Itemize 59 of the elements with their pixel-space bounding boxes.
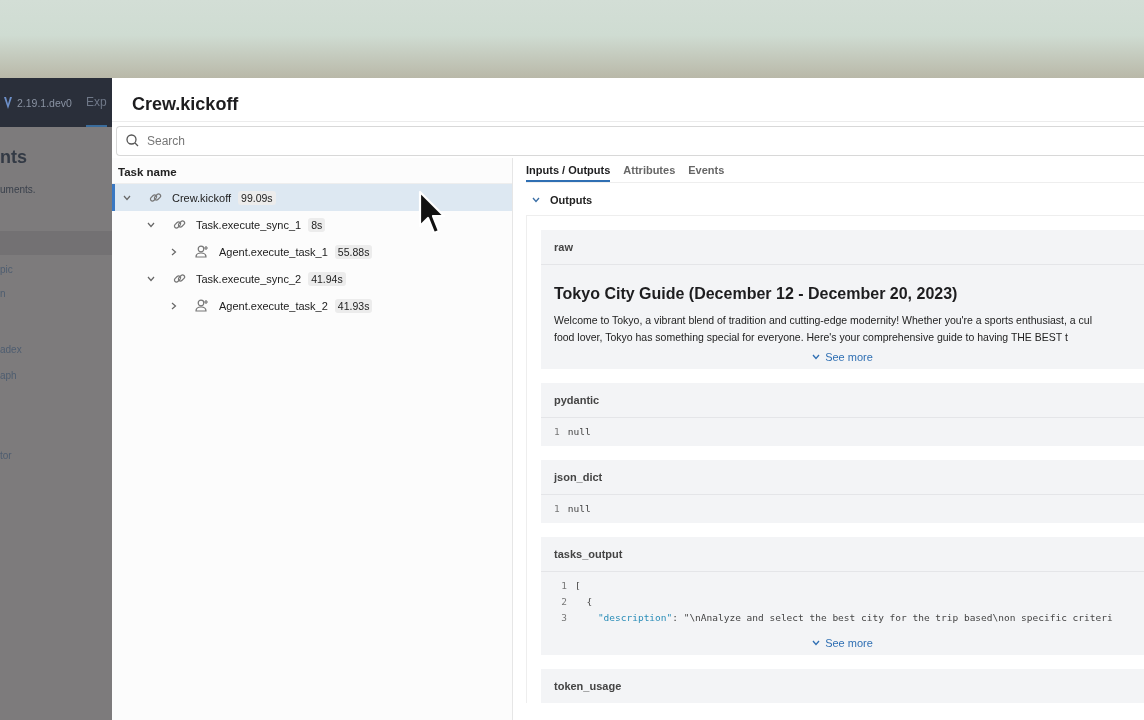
tree-row[interactable]: Agent.execute_task_2 41.93s	[112, 292, 512, 319]
code-line: "description": "\nAnalyze and select the best city for the trip based\non specific criteri	[596, 611, 1113, 625]
search-field[interactable]: Search	[116, 126, 1144, 156]
user-plus-icon	[195, 245, 209, 258]
line-number: 1	[554, 502, 560, 516]
guide-paragraph: Welcome to Tokyo, a vibrant blend of tradition and cutting-edge modernity! Whether you're a sports enthusiast, a cul food lover, Tokyo has something special for everyone. Here's your comprehensive guide to having THE BEST t	[554, 313, 1093, 345]
logo-icon	[4, 96, 12, 109]
code-line: null	[567, 502, 591, 516]
duration-badge: 41.93s	[334, 298, 373, 313]
duration-badge: 8s	[308, 217, 326, 232]
field-name: token_usage	[554, 680, 622, 692]
see-more-link[interactable]: See more	[812, 637, 873, 649]
link-icon	[149, 191, 162, 204]
line-number: 1	[560, 579, 567, 593]
tab[interactable]: Inputs / Outputs	[526, 158, 611, 182]
field-name: raw	[554, 241, 573, 253]
tab[interactable]: Attributes	[623, 158, 676, 182]
tree-row[interactable]: Crew.kickoff 99.09s	[112, 184, 512, 211]
field-name: json_dict	[554, 471, 603, 483]
task-name: Agent.execute_task_1	[219, 245, 328, 258]
code-line: {	[585, 595, 593, 609]
line-number: 1	[554, 425, 560, 439]
tab[interactable]: Events	[688, 158, 725, 182]
tree-row[interactable]: Task.execute_sync_1 8s	[112, 211, 512, 238]
user-plus-icon	[195, 299, 209, 312]
chevron-down-icon[interactable]	[147, 275, 155, 282]
chevron-down-icon	[812, 354, 821, 360]
code-line: [	[575, 579, 581, 593]
guide-heading: Tokyo City Guide (December 12 - December 20, 2023)	[554, 285, 959, 303]
line-number: 3	[560, 611, 567, 625]
duration-badge: 55.88s	[334, 244, 373, 259]
task-name: Task.execute_sync_2	[196, 272, 302, 285]
line-number: 2	[560, 595, 567, 609]
nav-tab[interactable]: Exp	[85, 78, 107, 127]
tree-row[interactable]: Task.execute_sync_2 41.94s	[112, 265, 512, 292]
tree-row[interactable]: Agent.execute_task_1 55.88s	[112, 238, 512, 265]
panel-title: Crew.kickoff	[112, 78, 1144, 122]
page-subtitle: uments.	[0, 184, 36, 195]
field-name: pydantic	[554, 394, 600, 406]
chevron-right-icon[interactable]	[171, 301, 177, 310]
section-title: Outputs	[550, 194, 593, 206]
duration-badge: 99.09s	[238, 190, 276, 205]
chevron-right-icon[interactable]	[171, 247, 177, 256]
search-icon	[126, 134, 139, 147]
chevron-down-icon	[812, 640, 821, 646]
link-icon	[173, 218, 186, 231]
link-icon	[173, 272, 186, 285]
duration-badge: 41.94s	[308, 271, 346, 286]
page-heading: nts	[0, 147, 27, 168]
version-label: 2.19.1.dev0	[17, 96, 72, 109]
see-more-link[interactable]: See more	[812, 351, 873, 363]
task-name: Agent.execute_task_2	[219, 299, 328, 312]
chevron-down-icon[interactable]	[532, 197, 540, 203]
chevron-down-icon[interactable]	[147, 221, 155, 228]
task-name: Crew.kickoff	[172, 191, 232, 204]
code-line: null	[567, 425, 591, 439]
chevron-down-icon[interactable]	[123, 194, 131, 201]
field-name: tasks_output	[554, 548, 623, 560]
task-name: Task.execute_sync_1	[196, 218, 302, 231]
